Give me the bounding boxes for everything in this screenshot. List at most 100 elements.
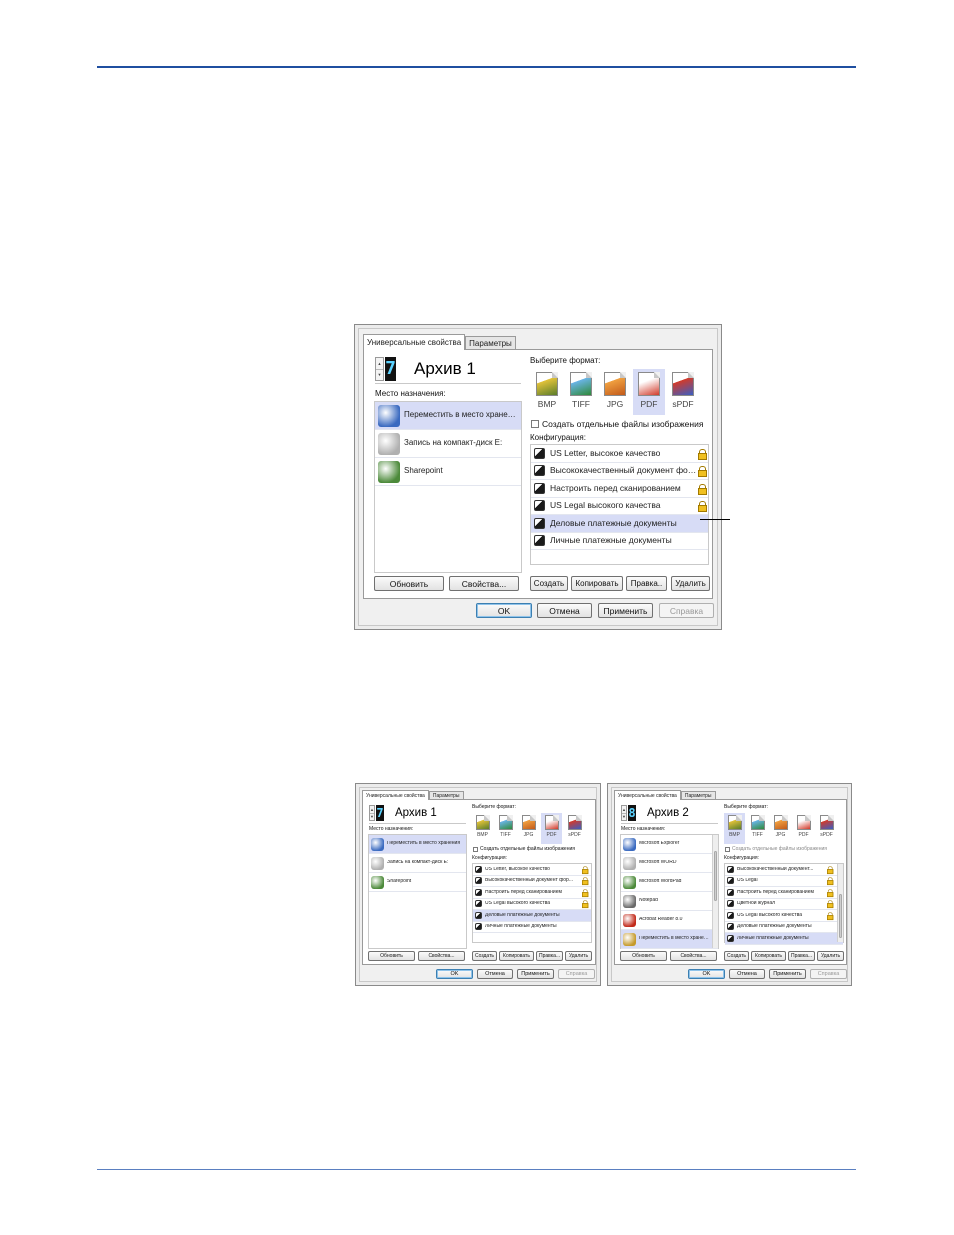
destination-item[interactable]: Microsoft WORD	[621, 854, 718, 873]
tab-universal[interactable]: Универсальные свойства	[614, 790, 681, 800]
separate-files-checkbox[interactable]	[725, 847, 730, 852]
tab-universal[interactable]: Универсальные свойства	[362, 790, 429, 800]
config-item[interactable]: Личные платежные документы	[725, 933, 843, 945]
format-tiff[interactable]: TIFF	[565, 369, 597, 415]
format-pdf[interactable]: PDF	[793, 813, 814, 844]
properties-button[interactable]: Свойства...	[418, 951, 465, 961]
config-item[interactable]: Настроить перед сканированием	[473, 887, 591, 899]
scroll-thumb[interactable]	[714, 851, 717, 901]
config-item[interactable]: US Letter, высокое качество	[531, 445, 708, 463]
destination-item[interactable]: Sharepoint	[369, 873, 466, 892]
format-jpg[interactable]: JPG	[518, 813, 539, 844]
refresh-button[interactable]: Обновить	[620, 951, 667, 961]
lock-icon	[827, 866, 834, 874]
tab-universal[interactable]: Универсальные свойства	[363, 334, 466, 350]
config-item[interactable]: US Legal	[725, 876, 843, 887]
properties-button[interactable]: Свойства...	[449, 576, 519, 591]
config-item[interactable]: Высококачественный документ...	[725, 864, 843, 876]
format-spdf[interactable]: sPDF	[667, 369, 699, 415]
refresh-button[interactable]: Обновить	[374, 576, 444, 591]
config-item[interactable]: Настроить перед сканированием	[531, 480, 708, 498]
format-pdf[interactable]: PDF	[541, 813, 562, 844]
lock-icon	[827, 877, 834, 886]
config-label: Личные платежные документы	[737, 935, 809, 941]
ok-button[interactable]: OK	[436, 969, 473, 979]
config-item[interactable]: Настроить перед сканированием	[725, 887, 843, 899]
destination-item[interactable]: Запись на компакт-диск E:	[375, 430, 521, 458]
destination-item[interactable]: Переместить в место хранения	[369, 835, 466, 854]
config-item[interactable]: Высококачественный документ фор...	[473, 876, 591, 887]
refresh-button[interactable]: Обновить	[368, 951, 415, 961]
profile-spinner[interactable]: ▲ ▼	[621, 805, 627, 821]
destination-item[interactable]: Переместить в место хранения	[375, 402, 521, 430]
format-label-text: BMP	[729, 832, 740, 838]
config-item[interactable]: US Legal высокого качества	[725, 910, 843, 922]
config-item[interactable]: Деловые платежные документы	[473, 910, 591, 922]
destination-item[interactable]: Microsoft WordPad	[621, 873, 718, 892]
ok-button[interactable]: OK	[476, 603, 532, 618]
separate-files-checkbox[interactable]	[531, 420, 539, 428]
file-bmp-icon	[536, 372, 558, 396]
delete-button[interactable]: Удалить	[565, 951, 592, 961]
destination-item[interactable]: Переместить в место хранения	[621, 930, 718, 949]
format-bmp[interactable]: BMP	[472, 813, 493, 844]
destination-scrollbar[interactable]	[712, 835, 718, 948]
create-button[interactable]: Создать	[472, 951, 497, 961]
destination-item[interactable]: Acrobat Reader 8.0	[621, 911, 718, 930]
destination-label: Notepad	[639, 898, 658, 904]
format-pdf[interactable]: PDF	[633, 369, 665, 415]
edit-button[interactable]: Правка...	[788, 951, 815, 961]
ok-button[interactable]: OK	[688, 969, 725, 979]
create-button[interactable]: Создать	[724, 951, 749, 961]
format-spdf[interactable]: sPDF	[816, 813, 837, 844]
format-bmp[interactable]: BMP	[724, 813, 745, 844]
profile-spinner[interactable]: ▲ ▼	[369, 805, 375, 821]
delete-button[interactable]: Удалить	[671, 576, 710, 591]
cancel-button[interactable]: Отмена	[477, 969, 513, 979]
copy-button[interactable]: Копировать	[571, 576, 623, 591]
apply-button[interactable]: Применить	[598, 603, 653, 618]
config-item[interactable]: Личные платежные документы	[531, 533, 708, 550]
tab-parameters[interactable]: Параметры	[465, 336, 516, 350]
format-jpg[interactable]: JPG	[770, 813, 791, 844]
destination-item[interactable]: Microsoft Explorer	[621, 835, 718, 854]
config-scrollbar[interactable]	[837, 864, 843, 942]
cancel-button[interactable]: Отмена	[729, 969, 765, 979]
format-spdf[interactable]: sPDF	[564, 813, 585, 844]
config-item[interactable]: US Letter, высокое качество	[473, 864, 591, 876]
lock-icon	[698, 483, 707, 495]
config-item[interactable]: Деловые платежные документы	[725, 922, 843, 933]
config-label: Высококачественный документ...	[737, 866, 814, 872]
profile-spinner[interactable]: ▲ ▼	[375, 357, 384, 381]
create-button[interactable]: Создать	[530, 576, 568, 591]
edit-button[interactable]: Правка..	[626, 576, 667, 591]
config-item[interactable]: US Legal высокого качества	[531, 498, 708, 515]
config-item[interactable]: Цветной журнал	[725, 899, 843, 910]
apply-button[interactable]: Применить	[769, 969, 806, 979]
destination-item[interactable]: Notepad	[621, 892, 718, 911]
scroll-thumb[interactable]	[839, 894, 842, 938]
separate-files-checkbox[interactable]	[473, 847, 478, 852]
config-item[interactable]: Деловые платежные документы	[531, 515, 708, 533]
config-item[interactable]: Личные платежные документы	[473, 922, 591, 933]
format-bmp[interactable]: BMP	[531, 369, 563, 415]
config-label: Личные платежные документы	[485, 924, 557, 930]
config-item[interactable]: Высококачественный документ фор...	[531, 463, 708, 480]
profile-name: Архив 1	[395, 807, 437, 819]
file-pdf-icon	[544, 815, 559, 830]
destination-item[interactable]: Запись на компакт-диск E:	[369, 854, 466, 873]
delete-button[interactable]: Удалить	[817, 951, 844, 961]
apply-button[interactable]: Применить	[517, 969, 554, 979]
format-label-text: TIFF	[500, 832, 511, 838]
copy-button[interactable]: Копировать	[499, 951, 534, 961]
copy-button[interactable]: Копировать	[751, 951, 786, 961]
format-tiff[interactable]: TIFF	[747, 813, 768, 844]
document-stack-icon	[475, 865, 482, 873]
format-tiff[interactable]: TIFF	[495, 813, 516, 844]
format-jpg[interactable]: JPG	[599, 369, 631, 415]
cancel-button[interactable]: Отмена	[537, 603, 592, 618]
edit-button[interactable]: Правка...	[536, 951, 563, 961]
config-item[interactable]: US Legal высокого качества	[473, 899, 591, 910]
properties-button[interactable]: Свойства...	[670, 951, 717, 961]
destination-item[interactable]: Sharepoint	[375, 458, 521, 486]
